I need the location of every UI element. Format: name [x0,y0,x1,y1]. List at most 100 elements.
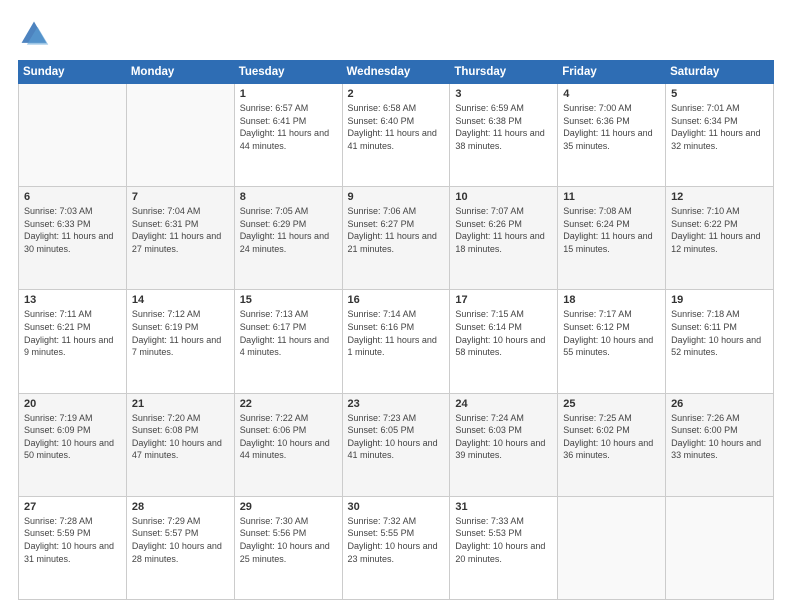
weekday-header-tuesday: Tuesday [234,61,342,84]
day-info: Sunrise: 7:20 AM Sunset: 6:08 PM Dayligh… [132,412,229,462]
day-number: 11 [563,191,660,203]
day-info: Sunrise: 6:58 AM Sunset: 6:40 PM Dayligh… [348,102,445,152]
calendar-cell: 23Sunrise: 7:23 AM Sunset: 6:05 PM Dayli… [342,393,450,496]
calendar-cell: 31Sunrise: 7:33 AM Sunset: 5:53 PM Dayli… [450,496,558,599]
day-info: Sunrise: 7:15 AM Sunset: 6:14 PM Dayligh… [455,308,552,358]
day-number: 16 [348,294,445,306]
day-number: 1 [240,88,337,100]
day-number: 20 [24,398,121,410]
calendar-cell: 9Sunrise: 7:06 AM Sunset: 6:27 PM Daylig… [342,187,450,290]
day-number: 17 [455,294,552,306]
calendar-cell: 4 Sunrise: 7:00 AM Sunset: 6:36 PM Daylig… [558,84,666,187]
day-info: Sunrise: 7:32 AM Sunset: 5:55 PM Dayligh… [348,515,445,565]
day-info: Sunrise: 7:23 AM Sunset: 6:05 PM Dayligh… [348,412,445,462]
weekday-header-sunday: Sunday [19,61,127,84]
calendar-cell: 10 Sunrise: 7:07 AM Sunset: 6:26 PM Dayli… [450,187,558,290]
calendar-cell: 25 Sunrise: 7:25 AM Sunset: 6:02 PM Dayli… [558,393,666,496]
day-info: Sunrise: 7:22 AM Sunset: 6:06 PM Dayligh… [240,412,337,462]
calendar-cell: 24Sunrise: 7:24 AM Sunset: 6:03 PM Dayli… [450,393,558,496]
calendar-week-row: 6 Sunrise: 7:03 AM Sunset: 6:33 PM Daylig… [19,187,774,290]
day-number: 3 [455,88,552,100]
day-info: Sunrise: 7:00 AM Sunset: 6:36 PM Dayligh… [563,102,660,152]
calendar-cell [666,496,774,599]
calendar-cell: 6 Sunrise: 7:03 AM Sunset: 6:33 PM Daylig… [19,187,127,290]
calendar-cell: 16 Sunrise: 7:14 AM Sunset: 6:16 PM Dayli… [342,290,450,393]
day-info: Sunrise: 7:26 AM Sunset: 6:00 PM Dayligh… [671,412,768,462]
day-info: Sunrise: 7:03 AM Sunset: 6:33 PM Dayligh… [24,205,121,255]
calendar-week-row: 1 Sunrise: 6:57 AM Sunset: 6:41 PM Daylig… [19,84,774,187]
day-number: 2 [348,88,445,100]
calendar-cell: 27 Sunrise: 7:28 AM Sunset: 5:59 PM Dayli… [19,496,127,599]
day-number: 4 [563,88,660,100]
calendar-table: SundayMondayTuesdayWednesdayThursdayFrid… [18,60,774,600]
day-number: 21 [132,398,229,410]
day-info: Sunrise: 7:13 AM Sunset: 6:17 PM Dayligh… [240,308,337,358]
day-info: Sunrise: 7:04 AM Sunset: 6:31 PM Dayligh… [132,205,229,255]
calendar-cell: 18 Sunrise: 7:17 AM Sunset: 6:12 PM Dayli… [558,290,666,393]
day-info: Sunrise: 6:57 AM Sunset: 6:41 PM Dayligh… [240,102,337,152]
calendar-cell: 13 Sunrise: 7:11 AM Sunset: 6:21 PM Dayli… [19,290,127,393]
page: SundayMondayTuesdayWednesdayThursdayFrid… [0,0,792,612]
weekday-header-thursday: Thursday [450,61,558,84]
day-number: 10 [455,191,552,203]
calendar-cell: 28Sunrise: 7:29 AM Sunset: 5:57 PM Dayli… [126,496,234,599]
day-info: Sunrise: 7:17 AM Sunset: 6:12 PM Dayligh… [563,308,660,358]
calendar-cell [558,496,666,599]
day-number: 19 [671,294,768,306]
calendar-cell: 30 Sunrise: 7:32 AM Sunset: 5:55 PM Dayli… [342,496,450,599]
day-number: 14 [132,294,229,306]
calendar-header-row: SundayMondayTuesdayWednesdayThursdayFrid… [19,61,774,84]
logo [18,18,56,50]
day-number: 30 [348,501,445,513]
day-info: Sunrise: 7:11 AM Sunset: 6:21 PM Dayligh… [24,308,121,358]
day-info: Sunrise: 7:07 AM Sunset: 6:26 PM Dayligh… [455,205,552,255]
day-info: Sunrise: 7:28 AM Sunset: 5:59 PM Dayligh… [24,515,121,565]
calendar-cell: 1 Sunrise: 6:57 AM Sunset: 6:41 PM Daylig… [234,84,342,187]
calendar-cell: 21 Sunrise: 7:20 AM Sunset: 6:08 PM Dayli… [126,393,234,496]
calendar-cell: 5 Sunrise: 7:01 AM Sunset: 6:34 PM Daylig… [666,84,774,187]
day-number: 26 [671,398,768,410]
weekday-header-wednesday: Wednesday [342,61,450,84]
day-number: 7 [132,191,229,203]
day-number: 12 [671,191,768,203]
weekday-header-monday: Monday [126,61,234,84]
day-number: 18 [563,294,660,306]
calendar-cell: 26 Sunrise: 7:26 AM Sunset: 6:00 PM Dayli… [666,393,774,496]
day-info: Sunrise: 6:59 AM Sunset: 6:38 PM Dayligh… [455,102,552,152]
calendar-cell: 3 Sunrise: 6:59 AM Sunset: 6:38 PM Daylig… [450,84,558,187]
calendar-cell: 19 Sunrise: 7:18 AM Sunset: 6:11 PM Dayli… [666,290,774,393]
calendar-cell: 14Sunrise: 7:12 AM Sunset: 6:19 PM Dayli… [126,290,234,393]
calendar-cell: 29 Sunrise: 7:30 AM Sunset: 5:56 PM Dayli… [234,496,342,599]
day-number: 9 [348,191,445,203]
day-info: Sunrise: 7:19 AM Sunset: 6:09 PM Dayligh… [24,412,121,462]
day-number: 29 [240,501,337,513]
day-number: 31 [455,501,552,513]
weekday-header-saturday: Saturday [666,61,774,84]
calendar-cell: 12Sunrise: 7:10 AM Sunset: 6:22 PM Dayli… [666,187,774,290]
calendar-cell: 2 Sunrise: 6:58 AM Sunset: 6:40 PM Daylig… [342,84,450,187]
calendar-cell: 11 Sunrise: 7:08 AM Sunset: 6:24 PM Dayli… [558,187,666,290]
day-info: Sunrise: 7:01 AM Sunset: 6:34 PM Dayligh… [671,102,768,152]
day-info: Sunrise: 7:25 AM Sunset: 6:02 PM Dayligh… [563,412,660,462]
calendar-cell: 8Sunrise: 7:05 AM Sunset: 6:29 PM Daylig… [234,187,342,290]
calendar-week-row: 20 Sunrise: 7:19 AM Sunset: 6:09 PM Dayli… [19,393,774,496]
day-number: 27 [24,501,121,513]
day-number: 5 [671,88,768,100]
header [18,18,774,50]
day-info: Sunrise: 7:14 AM Sunset: 6:16 PM Dayligh… [348,308,445,358]
day-info: Sunrise: 7:18 AM Sunset: 6:11 PM Dayligh… [671,308,768,358]
day-number: 6 [24,191,121,203]
calendar-cell [19,84,127,187]
generalblue-logo-icon [18,18,50,50]
day-number: 24 [455,398,552,410]
day-number: 22 [240,398,337,410]
day-number: 28 [132,501,229,513]
day-number: 25 [563,398,660,410]
day-number: 13 [24,294,121,306]
calendar-cell: 17 Sunrise: 7:15 AM Sunset: 6:14 PM Dayli… [450,290,558,393]
day-info: Sunrise: 7:30 AM Sunset: 5:56 PM Dayligh… [240,515,337,565]
calendar-cell [126,84,234,187]
day-info: Sunrise: 7:08 AM Sunset: 6:24 PM Dayligh… [563,205,660,255]
calendar-cell: 22 Sunrise: 7:22 AM Sunset: 6:06 PM Dayli… [234,393,342,496]
weekday-header-friday: Friday [558,61,666,84]
